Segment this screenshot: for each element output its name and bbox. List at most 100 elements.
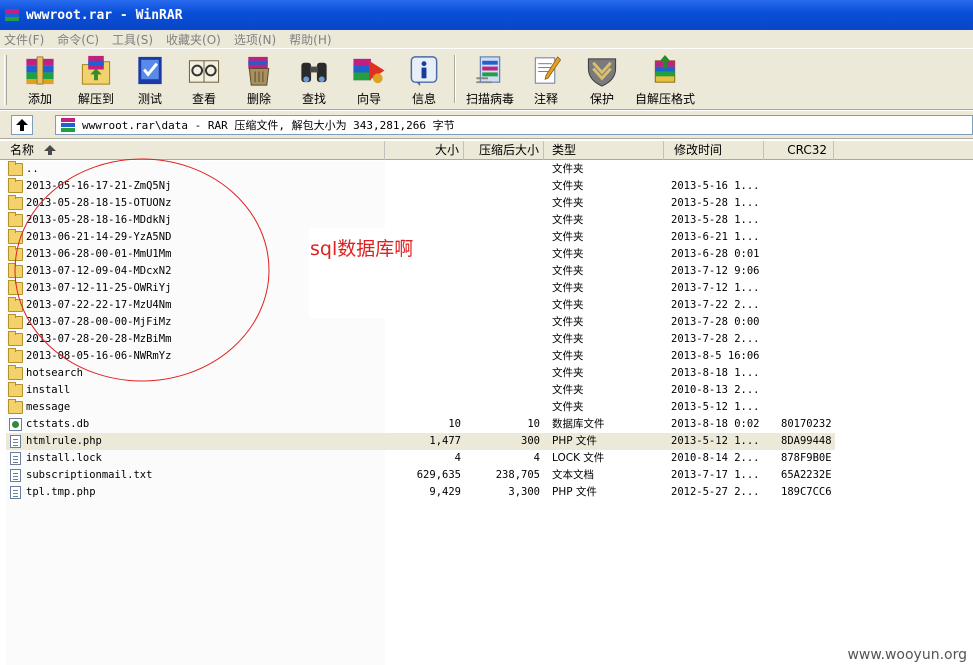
file-modified: 2013-8-18 0:02 (671, 418, 760, 430)
find-button[interactable]: 查找 (294, 53, 334, 107)
file-type: 文件夹 (552, 163, 584, 175)
file-size: 629,635 (416, 469, 461, 481)
file-packed-size (466, 161, 540, 178)
folder-row[interactable]: 2013-07-12-11-25-OWRiYj 文件夹 2013-7-12 1... (6, 280, 835, 297)
protect-button[interactable]: 保护 (582, 53, 622, 107)
folder-row[interactable]: message 文件夹 2013-5-12 1... (6, 399, 835, 416)
folder-row[interactable]: .. 文件夹 (6, 161, 835, 178)
file-name: 2013-07-12-11-25-OWRiYj (26, 282, 172, 294)
extract-to-icon (81, 55, 111, 85)
file-packed-size (466, 348, 540, 365)
file-size: 10 (448, 418, 461, 430)
file-name: 2013-06-21-14-29-YzA5ND (26, 231, 172, 243)
file-row[interactable]: htmlrule.php 1,477 300 PHP 文件 2013-5-12 1...… (6, 433, 835, 450)
file-name: install (26, 384, 71, 396)
column-modified[interactable]: 修改时间 (664, 141, 764, 160)
column-name[interactable]: 名称 (6, 141, 385, 160)
file-size (386, 161, 461, 178)
folder-row[interactable]: 2013-05-28-18-15-OTUONz 文件夹 2013-5-28 1... (6, 195, 835, 212)
add-button[interactable]: 添加 (16, 53, 64, 107)
file-size (386, 365, 461, 382)
toolbar: 添加 解压到 测试 查看 删除 查找 向导 信息 扫描病毒 注释 保护 自解压格… (0, 48, 973, 110)
file-packed-size (466, 212, 540, 229)
file-packed-size: 300 (521, 435, 540, 447)
file-row[interactable]: ctstats.db 10 10 数据库文件 2013-8-18 0:02 8017023… (6, 416, 835, 433)
column-packed[interactable]: 压缩后大小 (464, 141, 544, 160)
comment-icon (534, 56, 562, 84)
test-button-label: 测试 (137, 92, 162, 106)
wizard-button[interactable]: 向导 (346, 53, 392, 107)
column-type[interactable]: 类型 (544, 141, 664, 160)
file-row[interactable]: tpl.tmp.php 9,429 3,300 PHP 文件 2012-5-27 2..… (6, 484, 835, 501)
folder-row[interactable]: 2013-06-28-00-01-MmU1Mm 文件夹 2013-6-28 0:01 (6, 246, 835, 263)
file-row[interactable]: install.lock 4 4 LOCK 文件 2010-8-14 2... 878F9… (6, 450, 835, 467)
folder-row[interactable]: 2013-07-28-20-28-MzBiMm 文件夹 2013-7-28 2... (6, 331, 835, 348)
folder-icon (8, 314, 23, 329)
column-size[interactable]: 大小 (385, 141, 464, 160)
menu-tools[interactable]: 工具(S) (112, 31, 153, 48)
database-file-icon (9, 418, 22, 431)
delete-button[interactable]: 删除 (239, 53, 279, 107)
file-type: 文件夹 (552, 214, 584, 226)
folder-row[interactable]: 2013-08-05-16-06-NWRmYz 文件夹 2013-8-5 16:06 (6, 348, 835, 365)
file-crc: 189C7CC6 (781, 486, 832, 498)
menu-favorites[interactable]: 收藏夹(O) (166, 31, 221, 48)
extract-to-button[interactable]: 解压到 (74, 53, 118, 107)
menu-file[interactable]: 文件(F) (4, 31, 44, 48)
toolbar-separator (454, 55, 456, 103)
file-size (386, 399, 461, 416)
menu-commands[interactable]: 命令(C) (57, 31, 99, 48)
file-icon (10, 435, 21, 448)
rar-archive-icon (60, 117, 76, 133)
file-name: 2013-06-28-00-01-MmU1Mm (26, 248, 172, 260)
menu-help[interactable]: 帮助(H) (289, 31, 331, 48)
menu-options[interactable]: 选项(N) (234, 31, 276, 48)
file-name: subscriptionmail.txt (26, 469, 153, 481)
folder-row[interactable]: 2013-05-16-17-21-ZmQ5Nj 文件夹 2013-5-16 1... (6, 178, 835, 195)
file-size: 1,477 (429, 435, 461, 447)
up-folder-button[interactable] (11, 115, 33, 135)
file-packed-size (466, 195, 540, 212)
file-name: 2013-05-28-18-16-MDdkNj (26, 214, 172, 226)
wizard-button-label: 向导 (356, 92, 381, 106)
info-button[interactable]: 信息 (404, 53, 444, 107)
comment-button[interactable]: 注释 (528, 53, 564, 107)
winrar-app-icon (4, 7, 20, 23)
file-modified: 2013-7-28 0:00 (671, 316, 760, 328)
view-button[interactable]: 查看 (184, 53, 224, 107)
sfx-icon (654, 54, 676, 83)
file-name: 2013-07-12-09-04-MDcxN2 (26, 265, 172, 277)
file-modified: 2013-5-28 1... (671, 214, 760, 226)
folder-row[interactable]: 2013-07-28-00-00-MjFiMz 文件夹 2013-7-28 0:00 (6, 314, 835, 331)
shield-icon (587, 58, 617, 87)
file-packed-size: 10 (527, 418, 540, 430)
file-type: 文件夹 (552, 401, 584, 413)
column-crc[interactable]: CRC32 (764, 141, 834, 160)
virus-scan-button[interactable]: 扫描病毒 (464, 53, 516, 107)
column-header: 名称 大小 压缩后大小 类型 修改时间 CRC32 (0, 141, 973, 160)
delete-icon (248, 56, 270, 86)
folder-row[interactable]: 2013-06-21-14-29-YzA5ND 文件夹 2013-6-21 1... (6, 229, 835, 246)
file-type: PHP 文件 (552, 435, 597, 447)
folder-row[interactable]: 2013-07-12-09-04-MDcxN2 文件夹 2013-7-12 9:06 (6, 263, 835, 280)
add-button-label: 添加 (27, 92, 52, 106)
file-type: 文件夹 (552, 333, 584, 345)
folder-row[interactable]: 2013-05-28-18-16-MDdkNj 文件夹 2013-5-28 1... (6, 212, 835, 229)
file-name: tpl.tmp.php (26, 486, 96, 498)
address-field[interactable]: wwwroot.rar\data - RAR 压缩文件, 解包大小为 343,2… (55, 115, 973, 135)
folder-icon (8, 280, 23, 295)
toolbar-grip[interactable] (4, 55, 7, 105)
file-name: install.lock (26, 452, 102, 464)
folder-icon (8, 331, 23, 346)
test-button[interactable]: 测试 (130, 53, 170, 107)
folder-row[interactable]: hotsearch 文件夹 2013-8-18 1... (6, 365, 835, 382)
folder-row[interactable]: 2013-07-22-22-17-MzU4Nm 文件夹 2013-7-22 2... (6, 297, 835, 314)
folder-icon (8, 399, 23, 414)
file-modified: 2013-8-5 16:06 (671, 350, 760, 362)
file-row[interactable]: subscriptionmail.txt 629,635 238,705 文本文档 20… (6, 467, 835, 484)
folder-row[interactable]: install 文件夹 2010-8-13 2... (6, 382, 835, 399)
sfx-button[interactable]: 自解压格式 (634, 53, 696, 107)
address-text: wwwroot.rar\data - RAR 压缩文件, 解包大小为 343,2… (82, 119, 455, 132)
file-size (386, 348, 461, 365)
find-button-label: 查找 (301, 92, 326, 106)
